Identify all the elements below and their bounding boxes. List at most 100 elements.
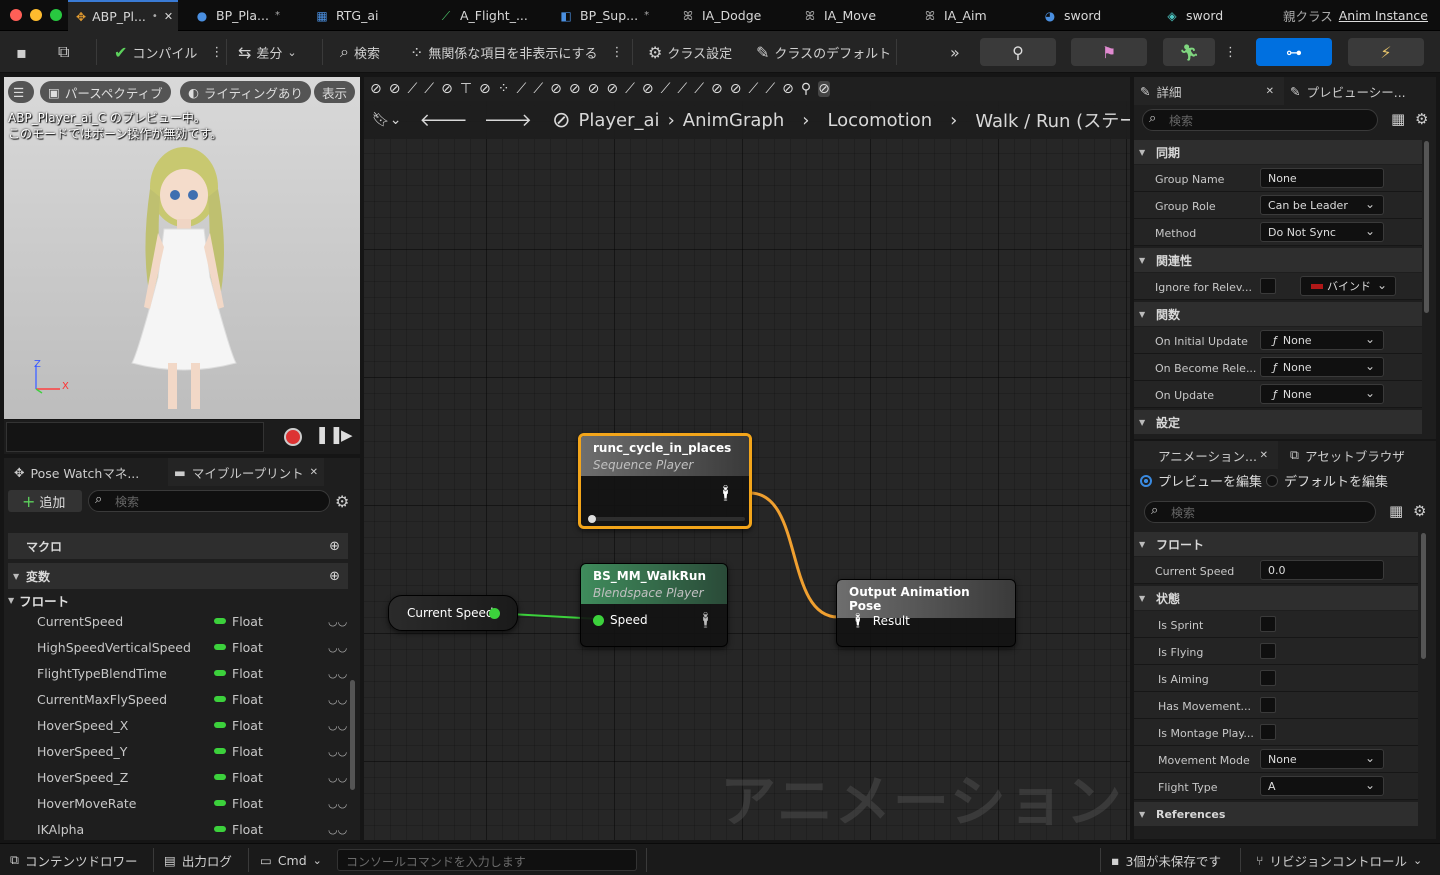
close-tab-icon[interactable]: ✕ bbox=[164, 10, 173, 23]
mesh-mode-button[interactable]: ⚑ bbox=[1071, 38, 1147, 66]
minimize-window-button[interactable] bbox=[30, 9, 42, 21]
zoom-window-button[interactable] bbox=[50, 9, 62, 21]
eye-closed-icon[interactable]: ◡◡ bbox=[328, 823, 347, 836]
node-sequence-player[interactable]: runc_cycle_in_places Sequence Player 🕴︎ bbox=[578, 433, 752, 529]
group-name-field[interactable]: None bbox=[1260, 168, 1384, 188]
variable-row[interactable]: HoverSpeed_Y Float ◡◡ bbox=[8, 738, 348, 764]
revision-control-button[interactable]: ⑂ リビジョンコントロール ⌄ bbox=[1256, 850, 1422, 870]
cmd-dropdown[interactable]: ▭ Cmd ⌄ bbox=[260, 850, 322, 870]
perspective-button[interactable]: ▣ パースペクティブ bbox=[40, 81, 171, 103]
is-montage-checkbox[interactable] bbox=[1260, 724, 1276, 740]
category-sync[interactable]: 同期 bbox=[1134, 140, 1422, 164]
category-variables[interactable]: ▼ 変数 ⊕ bbox=[8, 563, 348, 589]
tab-anim-preview[interactable]: アニメーション... ✕ bbox=[1134, 441, 1278, 469]
tab-pose-watch[interactable]: ✥ Pose Watchマネ... bbox=[8, 458, 145, 486]
pose-output-pin-icon[interactable]: 🕴︎ bbox=[716, 484, 735, 502]
tab-abp-player[interactable]: ✥ ABP_Pl... • ✕ bbox=[68, 0, 178, 31]
add-macro-icon[interactable]: ⊕ bbox=[329, 539, 340, 554]
has-movement-checkbox[interactable] bbox=[1260, 697, 1276, 713]
variable-row[interactable]: CurrentMaxFlySpeed Float ◡◡ bbox=[8, 686, 348, 712]
progress-handle[interactable] bbox=[588, 515, 596, 523]
flight-type-dropdown[interactable]: A ⌄ bbox=[1260, 776, 1384, 796]
on-become-relevant-dropdown[interactable]: ƒ None ⌄ bbox=[1260, 357, 1384, 377]
float-pin-icon[interactable] bbox=[489, 608, 500, 619]
category-relevancy[interactable]: 関連性 bbox=[1134, 248, 1422, 272]
tab-sword-2[interactable]: ◈ sword bbox=[1156, 0, 1266, 31]
tab-my-blueprint[interactable]: ▬ マイブループリント ✕ bbox=[168, 458, 324, 486]
radio-edit-preview[interactable]: プレビューを編集 bbox=[1140, 471, 1262, 490]
node-blendspace-player[interactable]: BS_MM_WalkRun Blendspace Player Speed 🕴︎ bbox=[580, 563, 728, 647]
category-functions[interactable]: 関数 bbox=[1134, 302, 1422, 326]
category-state[interactable]: 状態 bbox=[1134, 586, 1418, 610]
eye-closed-icon[interactable]: ◡◡ bbox=[328, 693, 347, 706]
eye-closed-icon[interactable]: ◡◡ bbox=[328, 615, 347, 628]
unsaved-assets-button[interactable]: ▪ 3個が未保存です bbox=[1111, 850, 1221, 870]
anim-graph-editor[interactable]: ⊘ ⊘ ⟋ ⟋ ⊘ ⊤ ⊘ ⁘ ⟋ ⟋ ⊘ ⊘ ⊘ ⊘ ⟋ ⊘ ⟋ ⟋ ⟋ ⊘ ⊘ ⟋ ⟋ ⊘ ⚲ ⊘ 🔖… bbox=[364, 77, 1130, 840]
animation-mode-button[interactable]: 🏃︎ bbox=[1163, 38, 1215, 66]
record-button[interactable] bbox=[284, 428, 302, 446]
add-variable-icon[interactable]: ⊕ bbox=[329, 569, 340, 584]
is-flying-checkbox[interactable] bbox=[1260, 643, 1276, 659]
node-output-animation-pose[interactable]: Output Animation Pose 🕴︎ Result bbox=[836, 579, 1016, 647]
blueprint-mode-button[interactable]: ⊶ bbox=[1256, 38, 1332, 66]
tab-preview-scene[interactable]: ✎ プレビューシー... bbox=[1284, 77, 1412, 105]
node-current-speed-getter[interactable]: Current Speed bbox=[388, 595, 518, 631]
radio-edit-defaults[interactable]: デフォルトを編集 bbox=[1266, 471, 1388, 490]
eye-closed-icon[interactable]: ◡◡ bbox=[328, 745, 347, 758]
variable-row[interactable]: HoverSpeed_X Float ◡◡ bbox=[8, 712, 348, 738]
blueprint-search-input[interactable]: ⌕ 検索 bbox=[88, 490, 330, 512]
on-update-dropdown[interactable]: ƒ None ⌄ bbox=[1260, 384, 1384, 404]
category-references[interactable]: References bbox=[1134, 802, 1418, 826]
variable-row[interactable]: HoverSpeed_Z Float ◡◡ bbox=[8, 764, 348, 790]
details-search-input[interactable]: ⌕ 検索 bbox=[1142, 109, 1378, 131]
tab-asset-browser[interactable]: ⧉ アセットブラウザ bbox=[1284, 441, 1411, 469]
parent-class-link[interactable]: Anim Instance bbox=[1339, 8, 1428, 23]
category-macro[interactable]: マクロ ⊕ bbox=[8, 533, 348, 559]
scrollbar[interactable] bbox=[1424, 141, 1429, 313]
eye-closed-icon[interactable]: ◡◡ bbox=[328, 771, 347, 784]
save-button[interactable]: ▪ bbox=[10, 37, 33, 67]
scrollbar[interactable] bbox=[1421, 533, 1426, 659]
mode-options-button[interactable]: ⋮ bbox=[1218, 37, 1243, 67]
variable-group-flow[interactable]: ▼ フロート bbox=[8, 590, 69, 610]
method-dropdown[interactable]: Do Not Sync ⌄ bbox=[1260, 222, 1384, 242]
tab-bp-player[interactable]: ● BP_Pla... * bbox=[186, 0, 296, 31]
more-options-icon[interactable]: ⋮ bbox=[611, 45, 624, 60]
output-log-button[interactable]: ▤ 出力ログ bbox=[164, 850, 232, 870]
diff-button[interactable]: ⇆ 差分 ⌄ bbox=[232, 37, 303, 67]
gear-icon[interactable]: ⚙ bbox=[1415, 110, 1428, 128]
physics-mode-button[interactable]: ⚡ bbox=[1348, 38, 1424, 66]
gear-icon[interactable]: ⚙ bbox=[335, 492, 349, 511]
movement-mode-dropdown[interactable]: None ⌄ bbox=[1260, 749, 1384, 769]
is-aiming-checkbox[interactable] bbox=[1260, 670, 1276, 686]
table-view-icon[interactable]: ▦ bbox=[1391, 110, 1405, 128]
add-button[interactable]: + 追加 bbox=[8, 490, 82, 512]
skeleton-mode-button[interactable]: ⚲ bbox=[980, 38, 1056, 66]
is-sprint-checkbox[interactable] bbox=[1260, 616, 1276, 632]
variable-row[interactable]: CurrentSpeed Float ◡◡ bbox=[8, 608, 348, 634]
gear-icon[interactable]: ⚙ bbox=[1413, 502, 1426, 520]
variable-row[interactable]: HoverMoveRate Float ◡◡ bbox=[8, 790, 348, 816]
lighting-button[interactable]: ◐ ライティングあり bbox=[180, 81, 311, 103]
search-button[interactable]: ⌕ 検索 bbox=[334, 37, 386, 67]
speed-input-pin[interactable]: Speed bbox=[593, 613, 648, 627]
close-tab-icon[interactable]: ✕ bbox=[1260, 450, 1268, 461]
eye-closed-icon[interactable]: ◡◡ bbox=[328, 797, 347, 810]
bind-dropdown[interactable]: バインド ⌄ bbox=[1300, 276, 1396, 296]
show-button[interactable]: 表示 bbox=[314, 81, 356, 103]
viewport-menu-button[interactable]: ☰ bbox=[8, 81, 34, 103]
category-settings[interactable]: 設定 bbox=[1134, 410, 1422, 434]
play-forward-button[interactable]: ▶︎ bbox=[341, 426, 353, 444]
class-defaults-button[interactable]: ✎ クラスのデフォルト bbox=[750, 37, 897, 67]
close-tab-icon[interactable]: ✕ bbox=[310, 467, 318, 478]
tab-ia-move[interactable]: ꕤ IA_Move bbox=[794, 0, 904, 31]
ignore-relevancy-checkbox[interactable] bbox=[1260, 278, 1276, 294]
tab-a-flight[interactable]: ⟋ A_Flight_... bbox=[430, 0, 540, 31]
eye-closed-icon[interactable]: ◡◡ bbox=[328, 667, 347, 680]
tab-rtg-ai[interactable]: ▦ RTG_ai bbox=[306, 0, 416, 31]
result-input-pin[interactable]: 🕴︎ Result bbox=[849, 613, 910, 629]
variable-row[interactable]: HighSpeedVerticalSpeed Float ◡◡ bbox=[8, 634, 348, 660]
hide-unrelated-button[interactable]: ⁘ 無関係な項目を非表示にする ⋮ bbox=[404, 37, 630, 67]
current-speed-field[interactable]: 0.0 bbox=[1260, 560, 1384, 580]
variable-row[interactable]: FlightTypeBlendTime Float ◡◡ bbox=[8, 660, 348, 686]
